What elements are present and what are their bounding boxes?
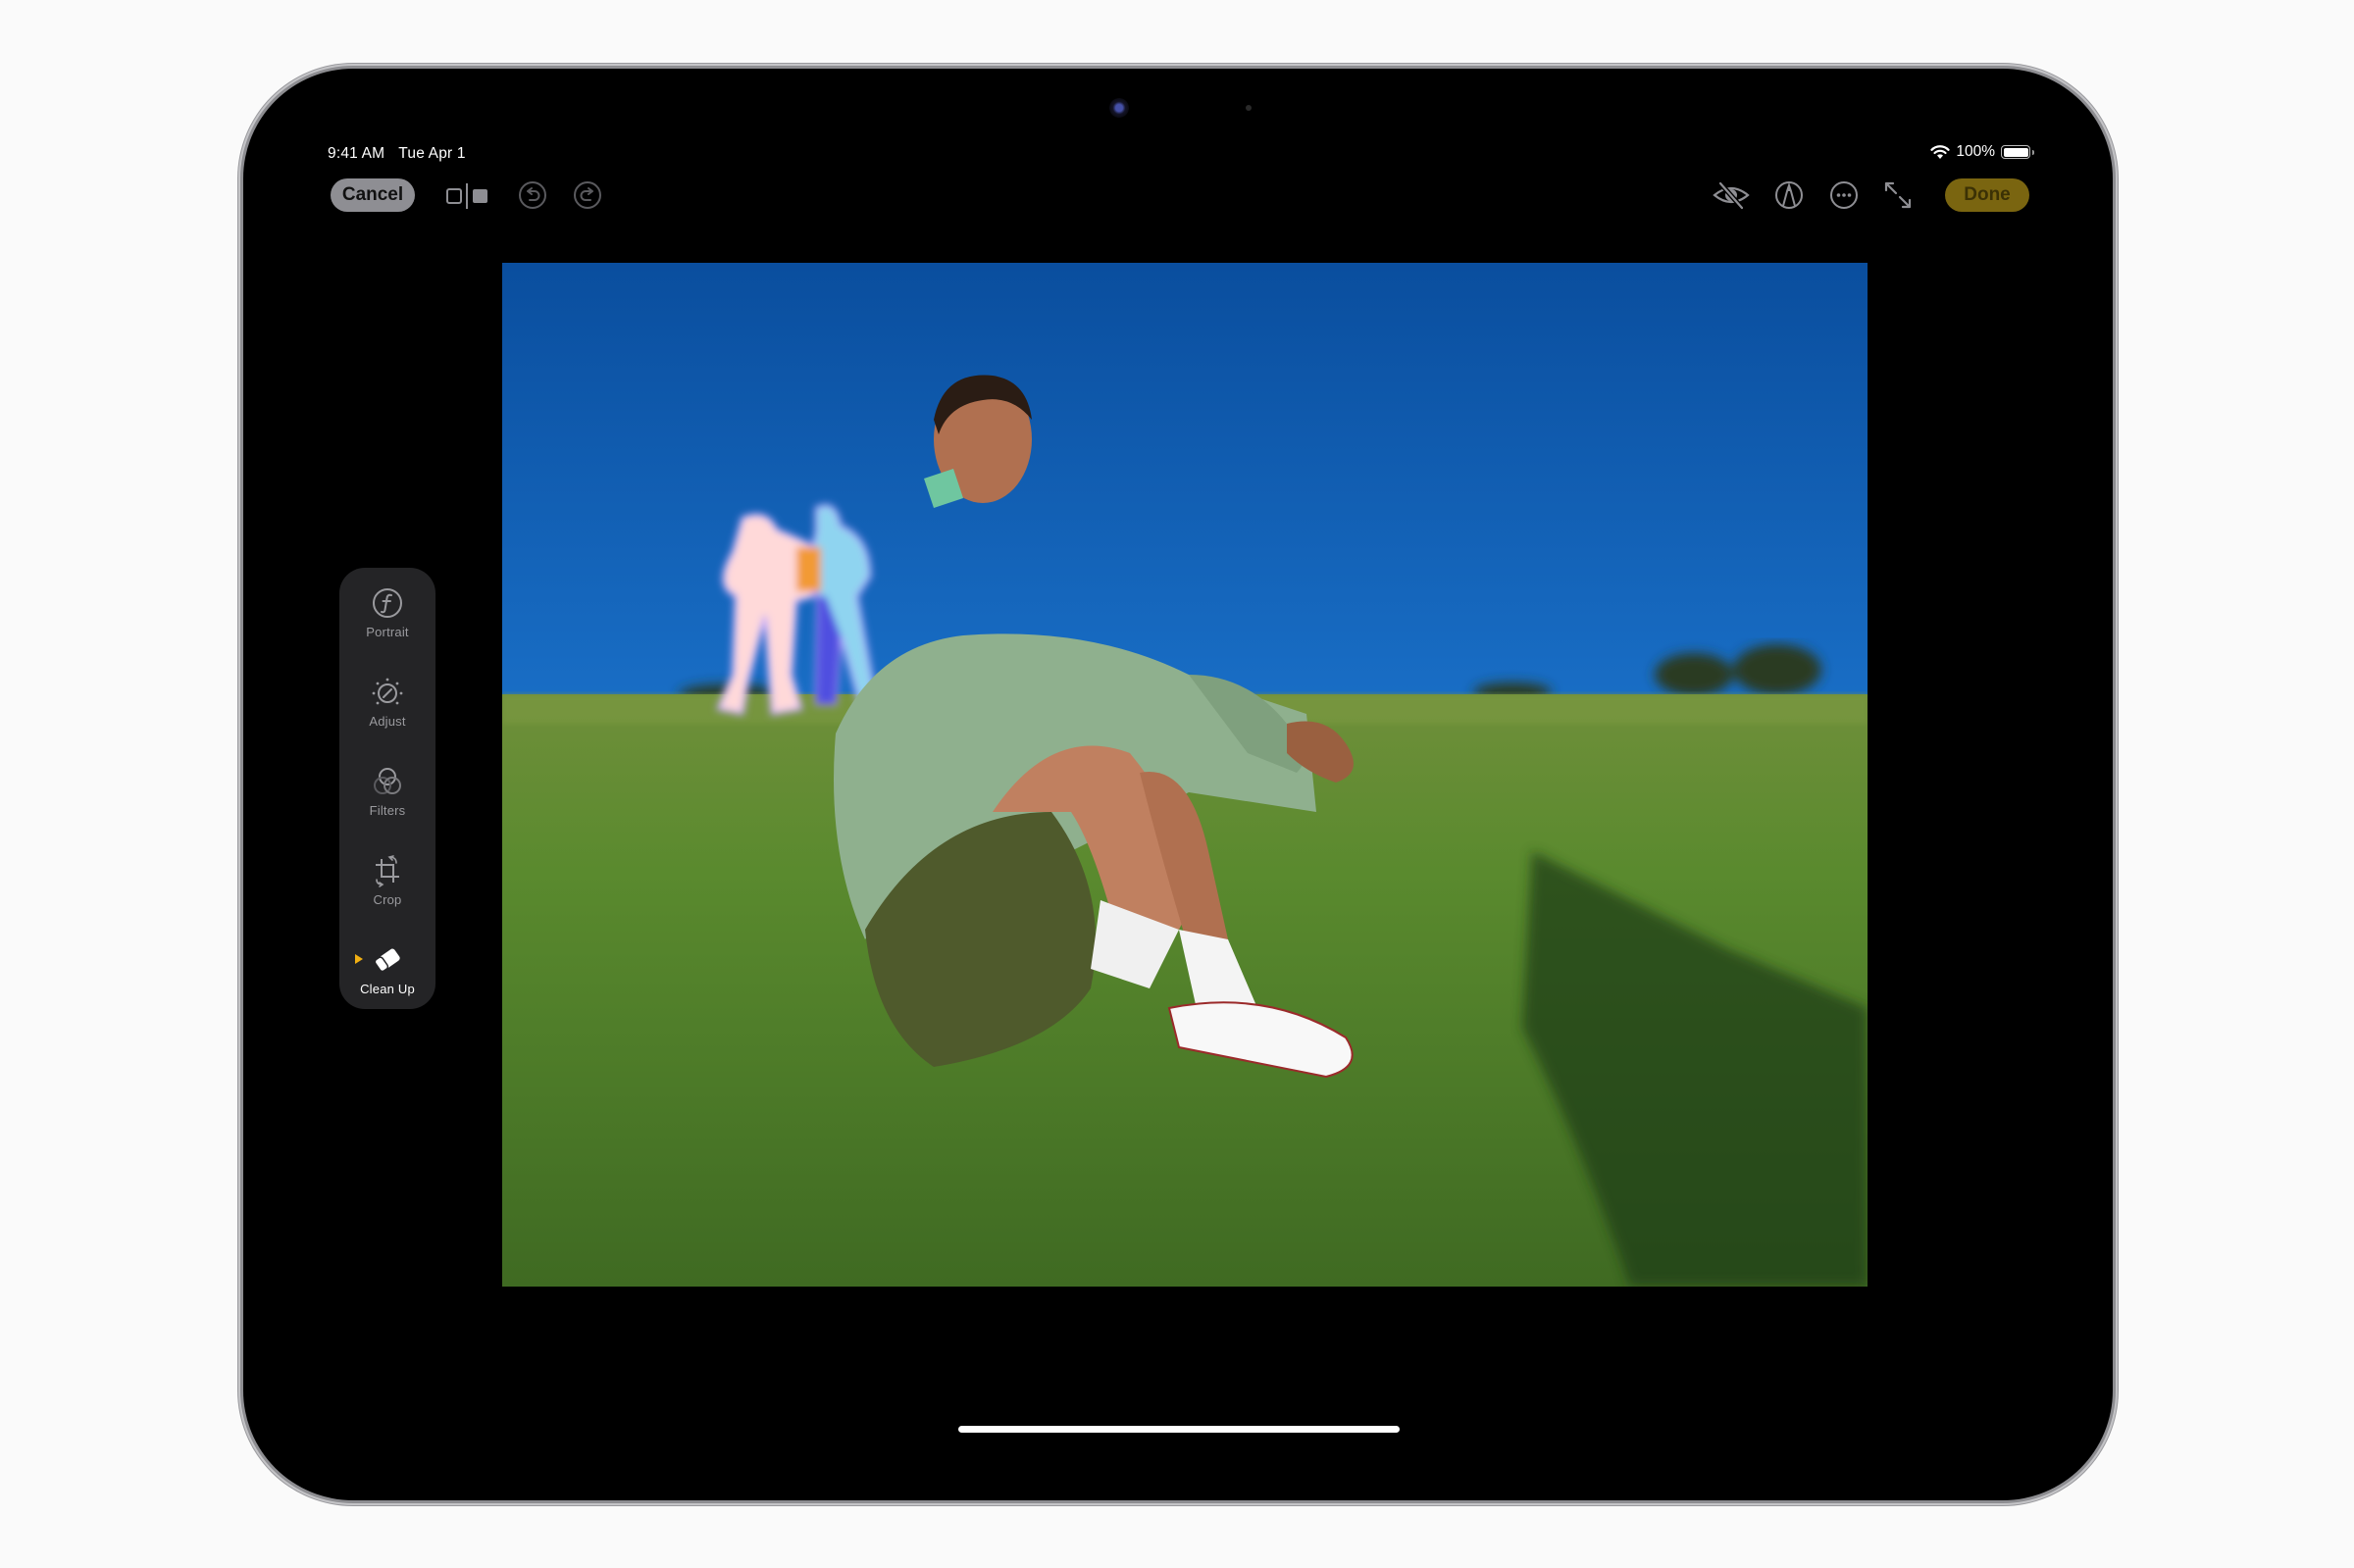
portrait-f-icon bbox=[373, 588, 402, 618]
status-bar-left: 9:41 AM Tue Apr 1 bbox=[328, 145, 466, 163]
edit-tool-palette: Portrait Adjust Filters Crop Clean Up bbox=[339, 568, 435, 1009]
tool-label: Crop bbox=[373, 892, 402, 907]
more-ellipsis-icon[interactable] bbox=[1827, 178, 1861, 212]
hide-eye-slash-icon[interactable] bbox=[1712, 178, 1751, 212]
markup-pen-icon[interactable] bbox=[1772, 178, 1806, 212]
battery-fill bbox=[2003, 147, 2028, 157]
adjust-dial-icon bbox=[372, 678, 403, 705]
tool-label: Adjust bbox=[369, 714, 406, 729]
eraser-icon bbox=[374, 948, 400, 973]
cancel-button[interactable]: Cancel bbox=[331, 178, 415, 212]
redo-icon[interactable] bbox=[571, 178, 604, 212]
photo-canvas[interactable] bbox=[502, 263, 1868, 1287]
screen: 9:41 AM Tue Apr 1 100% Cancel Done Portr… bbox=[249, 75, 2107, 1494]
status-bar-right: 100% bbox=[1930, 143, 2034, 161]
tool-label: Portrait bbox=[366, 625, 409, 639]
tool-clean-up[interactable]: Clean Up bbox=[339, 942, 435, 996]
tool-adjust[interactable]: Adjust bbox=[339, 675, 435, 729]
front-camera bbox=[1109, 98, 1129, 118]
compare-icon[interactable] bbox=[445, 181, 490, 211]
status-date: Tue Apr 1 bbox=[398, 145, 466, 162]
tool-crop[interactable]: Crop bbox=[339, 853, 435, 907]
undo-icon[interactable] bbox=[516, 178, 549, 212]
tool-label: Filters bbox=[369, 803, 406, 818]
crop-rotate-icon bbox=[376, 855, 399, 887]
done-button[interactable]: Done bbox=[1945, 178, 2029, 212]
battery-icon bbox=[2001, 145, 2034, 159]
ambient-sensor bbox=[1246, 105, 1252, 111]
ipad-device: 9:41 AM Tue Apr 1 100% Cancel Done Portr… bbox=[243, 69, 2113, 1500]
tool-label: Clean Up bbox=[360, 982, 415, 996]
status-time: 9:41 AM bbox=[328, 145, 385, 162]
tool-portrait[interactable]: Portrait bbox=[339, 585, 435, 639]
tool-filters[interactable]: Filters bbox=[339, 764, 435, 818]
wifi-icon bbox=[1930, 144, 1950, 159]
photo-image bbox=[502, 263, 1868, 1287]
filters-circles-icon bbox=[374, 768, 401, 794]
battery-percent: 100% bbox=[1956, 143, 1995, 160]
expand-arrows-icon[interactable] bbox=[1881, 178, 1915, 212]
home-indicator[interactable] bbox=[958, 1426, 1400, 1433]
